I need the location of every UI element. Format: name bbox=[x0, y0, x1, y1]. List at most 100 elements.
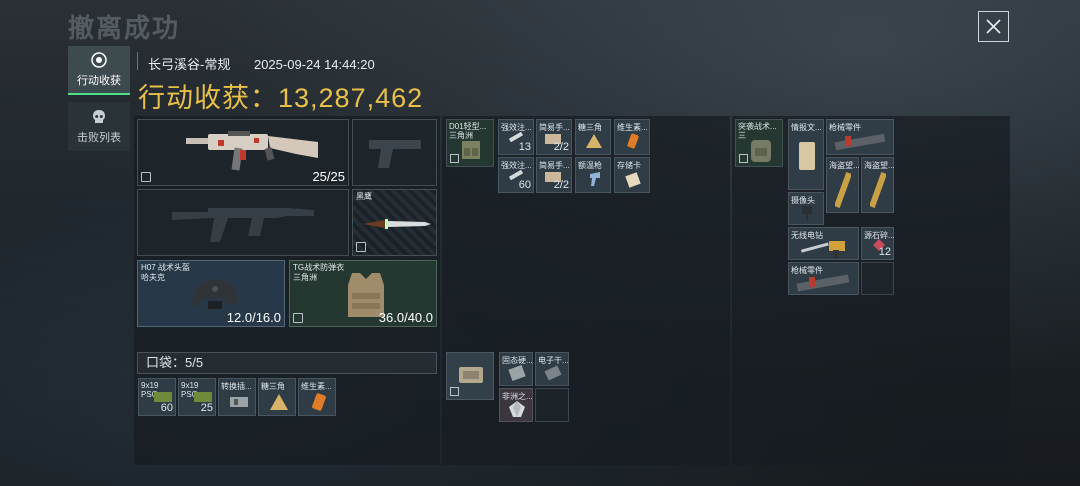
item-label: 维生素... bbox=[301, 382, 332, 391]
safe-box-container[interactable] bbox=[446, 352, 494, 400]
pocket-capacity: 5/5 bbox=[185, 355, 204, 370]
memory-card-icon bbox=[625, 172, 641, 188]
item-count: 60 bbox=[160, 402, 173, 414]
rig-item-stim-1[interactable]: 强效注... 13 bbox=[498, 119, 534, 155]
ssd-icon bbox=[508, 365, 526, 381]
camera-icon bbox=[802, 206, 812, 220]
backpack-item-originium[interactable]: 源石碎... 12 bbox=[861, 227, 895, 260]
pocket-item-adapter[interactable]: 转换插... bbox=[218, 378, 256, 416]
backpack-item-gun-parts-2[interactable]: 枪械零件 bbox=[788, 262, 859, 295]
item-count: 2/2 bbox=[553, 179, 569, 191]
armor-durability: 36.0/40.0 bbox=[378, 310, 433, 325]
helmet-durability: 12.0/16.0 bbox=[226, 310, 281, 325]
divider bbox=[137, 52, 138, 70]
item-label: 糖三角 bbox=[261, 382, 285, 391]
item-count: 25 bbox=[200, 402, 213, 414]
match-info: 长弓溪谷-常规 2025-09-24 14:44:20 bbox=[148, 54, 375, 73]
tab-kills[interactable]: 击败列表 bbox=[68, 102, 130, 151]
backpack-item-pirate-scope-1[interactable]: 海盗望... bbox=[826, 157, 860, 213]
pistol-icon bbox=[369, 140, 421, 168]
item-label: 糖三角 bbox=[578, 123, 602, 132]
loot-icon bbox=[91, 51, 107, 68]
rifle-icon bbox=[186, 131, 318, 171]
candy-icon bbox=[586, 134, 602, 148]
telescope-icon bbox=[870, 172, 886, 208]
earnings-summary: 行动收获：13,287,462 bbox=[138, 76, 423, 115]
lock-icon bbox=[450, 387, 459, 396]
match-datetime: 2025-09-24 14:44:20 bbox=[253, 57, 375, 72]
helmet-label: H07 战术头盔 哈夫克 bbox=[141, 263, 190, 282]
telescope-icon bbox=[835, 172, 851, 208]
vitamin-icon bbox=[627, 133, 639, 149]
pocket-item-vitamin[interactable]: 维生素... bbox=[298, 378, 336, 416]
rifle-silhouette-icon bbox=[172, 208, 314, 242]
melee-slot[interactable]: 黑鹰 bbox=[352, 189, 437, 256]
pocket-label: 口袋： bbox=[146, 355, 186, 370]
item-count: 13 bbox=[518, 141, 531, 153]
close-icon bbox=[986, 19, 1001, 34]
page-title: 撤离成功 bbox=[68, 13, 181, 43]
map-mode: 长弓溪谷-常规 bbox=[148, 57, 231, 72]
primary-weapon-slot[interactable]: 25/25 bbox=[137, 119, 349, 186]
chest-rig-container[interactable]: D01轻型... 三角洲 bbox=[446, 119, 494, 167]
backpack-item-camera[interactable]: 摄像头 bbox=[788, 192, 824, 225]
backpack-item-pirate-scope-2[interactable]: 海盗望... bbox=[861, 157, 895, 213]
pocket-item-candy[interactable]: 糖三角 bbox=[258, 378, 296, 416]
backpack-empty-slot[interactable] bbox=[861, 262, 894, 295]
pocket-header: 口袋：5/5 bbox=[137, 352, 437, 374]
armor-slot[interactable]: TG战术防弹衣 三角洲 36.0/40.0 bbox=[289, 260, 437, 327]
gun-parts-icon bbox=[834, 133, 886, 151]
rig-item-bandage-2[interactable]: 简易手... 2/2 bbox=[536, 157, 572, 193]
item-label: 存储卡 bbox=[617, 161, 641, 170]
gun-parts-icon bbox=[796, 274, 850, 292]
rig-icon bbox=[462, 141, 480, 159]
lock-icon bbox=[450, 154, 459, 163]
earnings-value: 13,287,462 bbox=[278, 83, 424, 113]
safe-item-ssd[interactable]: 固态硬... bbox=[499, 352, 533, 386]
tab-loot[interactable]: 行动收获 bbox=[68, 46, 130, 95]
document-icon bbox=[799, 142, 815, 170]
candy-icon bbox=[270, 394, 288, 410]
backpack-item-intel[interactable]: 情报文... bbox=[788, 119, 824, 190]
thermometer-icon bbox=[590, 172, 600, 186]
backpack-icon bbox=[751, 140, 771, 162]
lock-icon bbox=[356, 242, 366, 252]
rig-item-vitamin[interactable]: 维生素... bbox=[614, 119, 650, 155]
close-button[interactable] bbox=[978, 11, 1009, 42]
tab-loot-label: 行动收获 bbox=[77, 74, 121, 87]
safe-empty-slot[interactable] bbox=[535, 388, 569, 422]
earnings-label: 行动收获： bbox=[138, 83, 278, 113]
lock-icon bbox=[293, 313, 303, 323]
armor-label: TG战术防弹衣 三角洲 bbox=[293, 263, 345, 282]
jammer-icon bbox=[544, 365, 562, 381]
pocket-item-ammo-1[interactable]: 9x19 PSO 60 bbox=[138, 378, 176, 416]
vitamin-icon bbox=[312, 393, 326, 411]
item-label: 情报文... bbox=[791, 123, 822, 132]
ammo-count: 25/25 bbox=[312, 169, 345, 184]
sidearm-slot-empty[interactable] bbox=[352, 119, 437, 186]
rig-item-thermometer[interactable]: 额温枪 bbox=[575, 157, 611, 193]
lock-icon bbox=[739, 154, 748, 163]
melee-label: 黑鹰 bbox=[356, 192, 372, 201]
rig-item-memory-card[interactable]: 存储卡 bbox=[614, 157, 650, 193]
knife-icon bbox=[363, 219, 431, 229]
rig-item-stim-2[interactable]: 强效注... 60 bbox=[498, 157, 534, 193]
safe-box-icon bbox=[459, 367, 483, 383]
helmet-slot[interactable]: H07 战术头盔 哈夫克 12.0/16.0 bbox=[137, 260, 285, 327]
backpack-container[interactable]: 突袭战术... 三 bbox=[735, 119, 783, 167]
tab-kills-label: 击败列表 bbox=[77, 131, 121, 144]
item-count: 12 bbox=[878, 246, 891, 258]
item-count: 2/2 bbox=[553, 141, 569, 153]
safe-item-heart-of-africa[interactable]: 非洲之... bbox=[499, 388, 533, 422]
skull-icon bbox=[93, 109, 105, 123]
drill-icon bbox=[800, 241, 845, 258]
backpack-item-gun-parts-1[interactable]: 枪械零件 bbox=[826, 119, 894, 155]
backpack-item-drill[interactable]: 无线电钻 bbox=[788, 227, 859, 260]
pocket-item-ammo-2[interactable]: 9x19 PSO 25 bbox=[178, 378, 216, 416]
safe-item-jammer[interactable]: 电子干... bbox=[535, 352, 569, 386]
secondary-weapon-slot-empty[interactable] bbox=[137, 189, 349, 256]
lock-icon bbox=[141, 172, 151, 182]
rig-item-candy[interactable]: 糖三角 bbox=[575, 119, 611, 155]
item-label: 转换插... bbox=[221, 382, 252, 391]
rig-item-bandage-1[interactable]: 简易手... 2/2 bbox=[536, 119, 572, 155]
